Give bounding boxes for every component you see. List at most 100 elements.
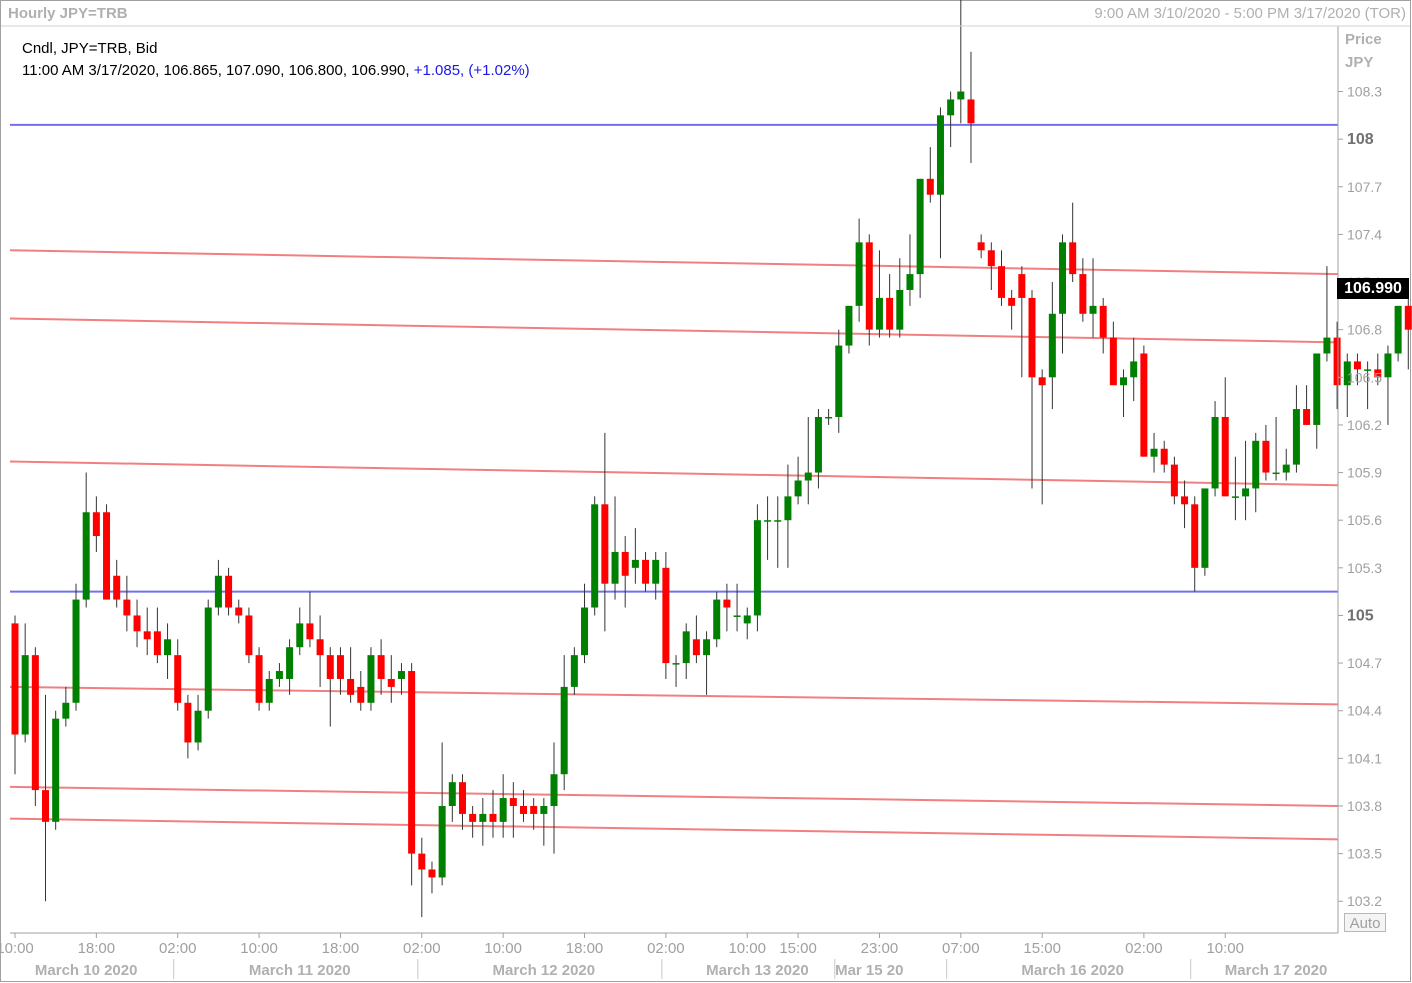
candle-body — [1069, 242, 1077, 275]
candle-body — [1333, 337, 1341, 386]
x-tick-label: 02:00 — [1125, 940, 1163, 957]
x-tick-label: 02:00 — [647, 940, 685, 957]
candle-body — [42, 790, 50, 822]
candle-body — [143, 631, 151, 640]
candle-body — [1394, 305, 1402, 354]
candle-body — [621, 551, 629, 576]
candle-body — [204, 607, 212, 711]
candle-body — [1323, 337, 1331, 354]
candle-body — [418, 853, 426, 870]
y-tick-label: 105.6 — [1347, 512, 1382, 528]
candle-body — [977, 242, 985, 251]
candle-body — [784, 496, 792, 521]
candle-body — [865, 242, 873, 330]
date-label: March 10 2020 — [35, 962, 138, 979]
x-tick-label: 10:00 — [0, 940, 34, 957]
candle-body — [1170, 464, 1178, 497]
candle-body — [1140, 353, 1148, 457]
candle-body — [286, 647, 294, 679]
candle-body — [458, 782, 466, 814]
y-tick-label: 107.7 — [1347, 179, 1382, 195]
candle-body — [835, 345, 843, 417]
y-tick-label: 105.9 — [1347, 465, 1382, 481]
candle-body — [489, 813, 497, 822]
candle-body — [31, 655, 39, 791]
x-tick-label: 10:00 — [240, 940, 278, 957]
trend-line — [9, 785, 1339, 807]
chart-svg[interactable]: 103.2 103.5 103.8 104.1 104.4 104.7 105 105.3 10… — [0, 0, 1412, 983]
candle-body — [357, 686, 365, 703]
candle-body — [296, 623, 304, 648]
price-axis-currency: JPY — [1345, 54, 1374, 71]
candle-body — [174, 655, 182, 703]
candle-body — [164, 639, 172, 656]
candle-body — [316, 639, 324, 656]
x-tick-label: 15:00 — [1023, 940, 1061, 957]
candle-body — [397, 671, 405, 679]
candle-body — [1079, 274, 1087, 314]
candle-body — [764, 520, 772, 522]
y-tick-label: 107.4 — [1347, 226, 1382, 242]
candle-body — [1262, 440, 1270, 473]
candle-body — [855, 242, 863, 306]
candle-body — [825, 416, 833, 419]
horizontal-levels — [10, 123, 1338, 593]
candle-body — [1150, 448, 1158, 457]
candle-body — [184, 702, 192, 743]
candle-body — [1109, 337, 1117, 386]
x-tick-label: 18:00 — [78, 940, 116, 957]
trend-line — [9, 317, 1339, 344]
candle-body — [326, 655, 334, 679]
candle-body — [1211, 416, 1219, 489]
x-tick-label: 18:00 — [566, 940, 604, 957]
price-axis-title: Price — [1345, 31, 1382, 48]
change-values: +1.085, (+1.02%) — [413, 62, 530, 79]
y-tick-label: 103.8 — [1347, 798, 1382, 814]
candle-body — [52, 718, 60, 822]
y-tick-label: 106.2 — [1347, 417, 1382, 433]
candle-body — [103, 512, 111, 600]
candle-body — [581, 607, 589, 656]
candle-body — [530, 805, 538, 814]
candle-body — [133, 615, 141, 632]
candle-body — [916, 178, 924, 275]
candle-body — [408, 671, 416, 854]
x-tick-label: 10:00 — [484, 940, 522, 957]
y-tick-label: 108 — [1347, 131, 1374, 148]
instrument-info: Cndl, JPY=TRB, Bid — [22, 40, 158, 57]
candle-body — [245, 615, 253, 656]
candle-body — [845, 305, 853, 346]
candle-body — [72, 599, 80, 703]
candle-body — [672, 663, 680, 665]
candle-body — [479, 813, 487, 822]
ohlc-readout: 11:00 AM 3/17/2020, 106.865, 107.090, 10… — [22, 62, 530, 79]
candle-body — [804, 472, 812, 481]
candle-body — [957, 91, 965, 100]
candle-body — [713, 599, 721, 640]
candle-body — [448, 782, 456, 806]
x-tick-label: 15:00 — [779, 940, 817, 957]
date-label: March 11 2020 — [249, 962, 351, 979]
y-tick-label: 103.5 — [1347, 846, 1382, 862]
candle-body — [21, 655, 29, 735]
candle-body — [540, 805, 548, 814]
candle-body — [1018, 274, 1026, 298]
candle-body — [1292, 409, 1300, 465]
candle-body — [743, 615, 751, 624]
candle-body — [255, 655, 263, 703]
candle-body — [1231, 496, 1239, 498]
candle-body — [560, 686, 568, 775]
last-price-badge: 106.990 — [1337, 278, 1409, 299]
candle-body — [1120, 377, 1128, 386]
auto-scale-button[interactable]: Auto — [1344, 913, 1386, 932]
candle-body — [662, 567, 670, 664]
candle-body — [550, 774, 558, 806]
candle-body — [997, 266, 1005, 298]
x-tick-label: 23:00 — [861, 940, 899, 957]
candle-body — [1353, 361, 1361, 370]
candle-body — [1252, 440, 1260, 489]
candle-body — [875, 297, 883, 330]
candle-body — [1059, 242, 1067, 314]
candle-body — [347, 678, 355, 695]
x-tick-label: 02:00 — [403, 940, 441, 957]
